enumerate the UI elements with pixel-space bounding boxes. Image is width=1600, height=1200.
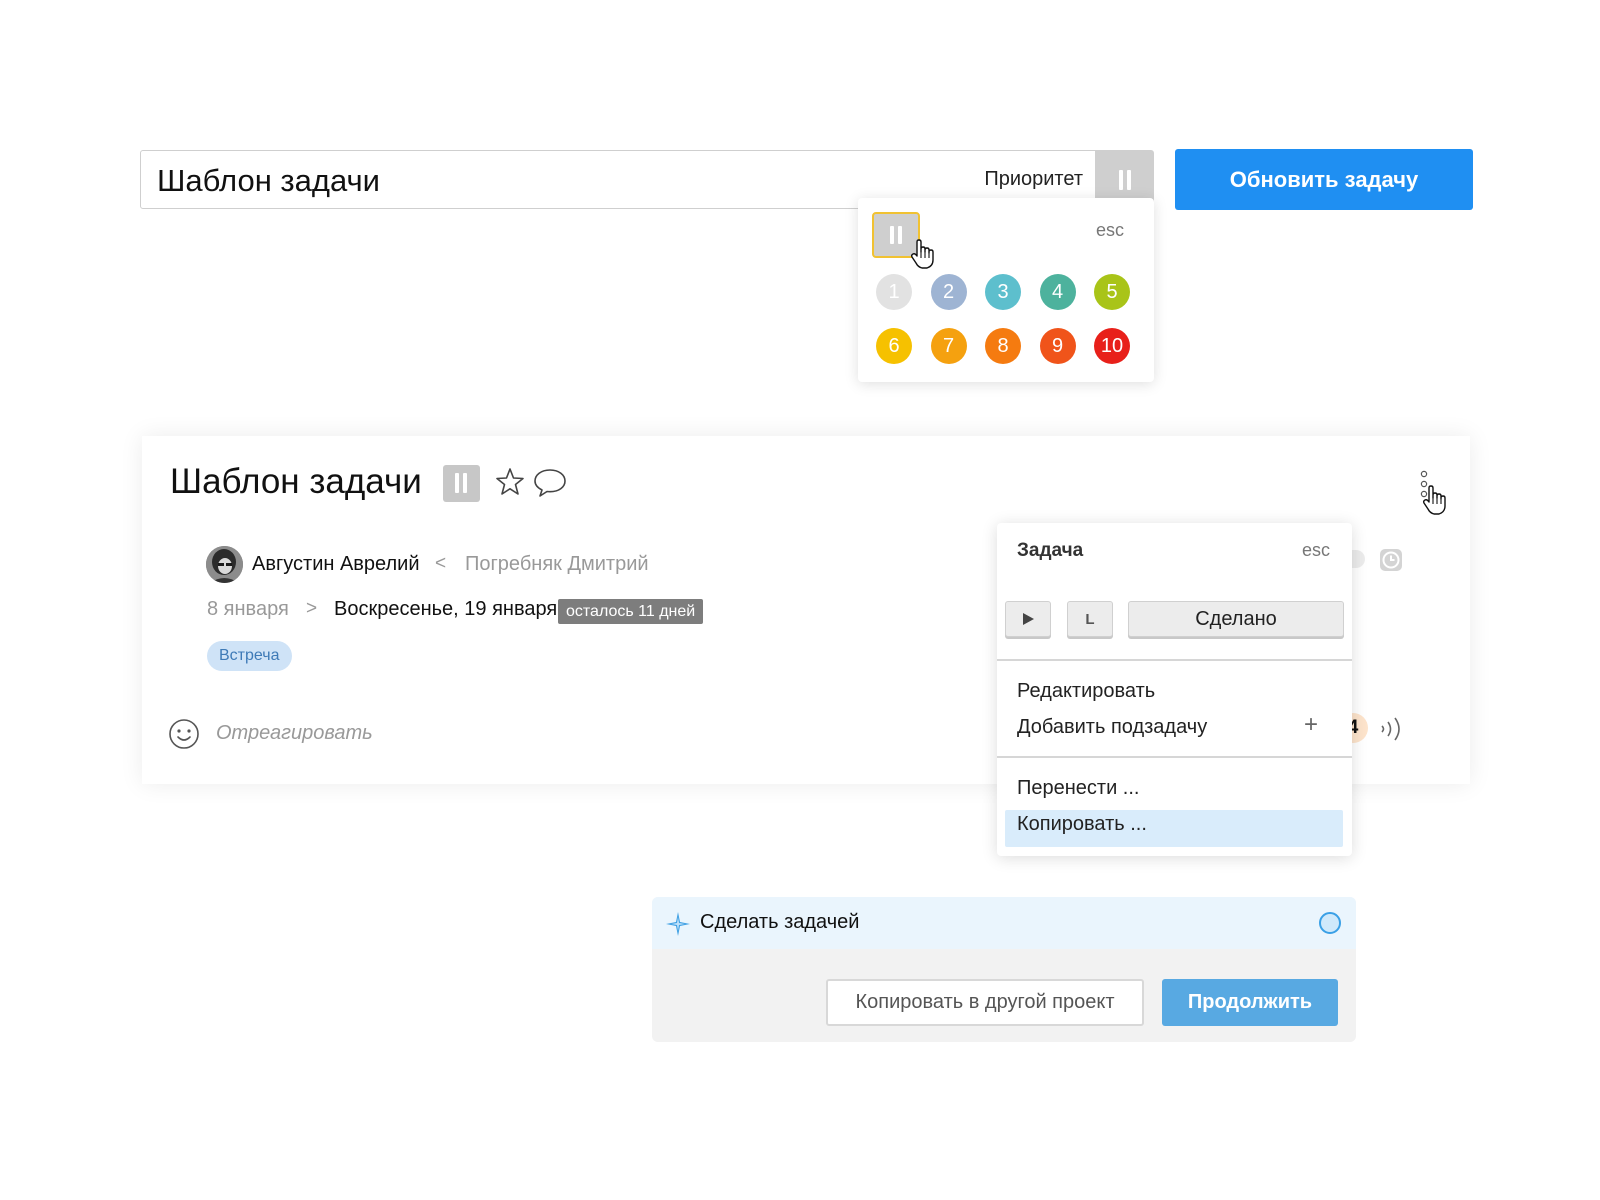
copy-action-panel: Сделать задачей Копировать в другой прое… — [652, 897, 1356, 1042]
priority-popup-esc[interactable]: esc — [1096, 220, 1124, 241]
pause-icon — [890, 226, 902, 244]
clock-icon[interactable] — [1379, 548, 1403, 572]
tag-chip[interactable]: Встреча — [207, 641, 292, 671]
author-avatar[interactable] — [206, 546, 243, 583]
due-date[interactable]: Воскресенье, 19 января — [334, 598, 557, 621]
priority-level-4[interactable]: 4 — [1039, 274, 1076, 310]
update-task-button[interactable]: Обновить задачу — [1175, 149, 1473, 210]
pointer-cursor-icon — [910, 239, 934, 269]
task-title-value[interactable]: Шаблон задачи — [157, 163, 380, 199]
sparkle-icon — [666, 912, 690, 936]
done-button[interactable]: Сделано — [1128, 601, 1344, 637]
start-date[interactable]: 8 января — [207, 598, 289, 621]
priority-badge[interactable] — [443, 465, 480, 502]
priority-grid: 1 2 3 4 5 6 7 8 9 10 — [876, 274, 1130, 364]
pause-icon — [1119, 170, 1131, 190]
priority-level-7[interactable]: 7 — [930, 328, 967, 364]
make-task-option[interactable]: Сделать задачей — [652, 897, 1356, 949]
assignee-name[interactable]: Погребняк Дмитрий — [465, 553, 649, 576]
play-button[interactable] — [1005, 601, 1051, 637]
comment-icon[interactable] — [532, 466, 568, 498]
react-placeholder[interactable]: Отреагировать — [216, 722, 373, 745]
author-name[interactable]: Августин Аврелий — [252, 553, 420, 576]
play-icon — [1022, 613, 1034, 625]
priority-level-1[interactable]: 1 — [876, 274, 912, 310]
remaining-days-badge: осталось 11 дней — [558, 599, 704, 624]
make-task-label: Сделать задачей — [700, 911, 860, 933]
sound-waves-icon[interactable] — [1378, 716, 1408, 742]
date-separator: > — [306, 598, 318, 619]
menu-divider — [997, 659, 1352, 661]
menu-esc[interactable]: esc — [1302, 540, 1330, 561]
priority-label: Приоритет — [984, 168, 1083, 190]
priority-level-3[interactable]: 3 — [985, 274, 1021, 310]
priority-popup: esc 1 2 3 4 5 6 7 8 9 10 — [858, 198, 1154, 382]
copy-to-other-project-button[interactable]: Копировать в другой проект — [826, 979, 1144, 1026]
priority-level-2[interactable]: 2 — [930, 274, 967, 310]
plus-icon[interactable]: + — [1304, 711, 1318, 739]
menu-item-move[interactable]: Перенести ... — [1017, 777, 1139, 800]
priority-level-10[interactable]: 10 — [1094, 328, 1130, 364]
continue-button[interactable]: Продолжить — [1162, 979, 1338, 1026]
priority-level-9[interactable]: 9 — [1039, 328, 1076, 364]
smiley-icon[interactable] — [168, 718, 200, 750]
l-button[interactable]: L — [1067, 601, 1113, 637]
menu-divider — [997, 756, 1352, 758]
star-icon[interactable] — [494, 466, 526, 498]
menu-item-add-subtask[interactable]: Добавить подзадачу — [1017, 716, 1207, 739]
assignee-separator: < — [435, 553, 447, 574]
menu-item-edit[interactable]: Редактировать — [1017, 680, 1155, 703]
pause-icon — [455, 473, 467, 493]
make-task-radio[interactable] — [1319, 912, 1341, 934]
menu-item-copy[interactable]: Копировать ... — [1017, 813, 1147, 836]
menu-header: Задача — [1017, 540, 1084, 561]
priority-level-5[interactable]: 5 — [1094, 274, 1130, 310]
pointer-cursor-icon — [1422, 485, 1446, 515]
task-title[interactable]: Шаблон задачи — [170, 462, 422, 502]
priority-level-8[interactable]: 8 — [985, 328, 1021, 364]
priority-level-6[interactable]: 6 — [876, 328, 912, 364]
task-context-menu: Задача esc L Сделано Редактировать Добав… — [997, 523, 1352, 856]
